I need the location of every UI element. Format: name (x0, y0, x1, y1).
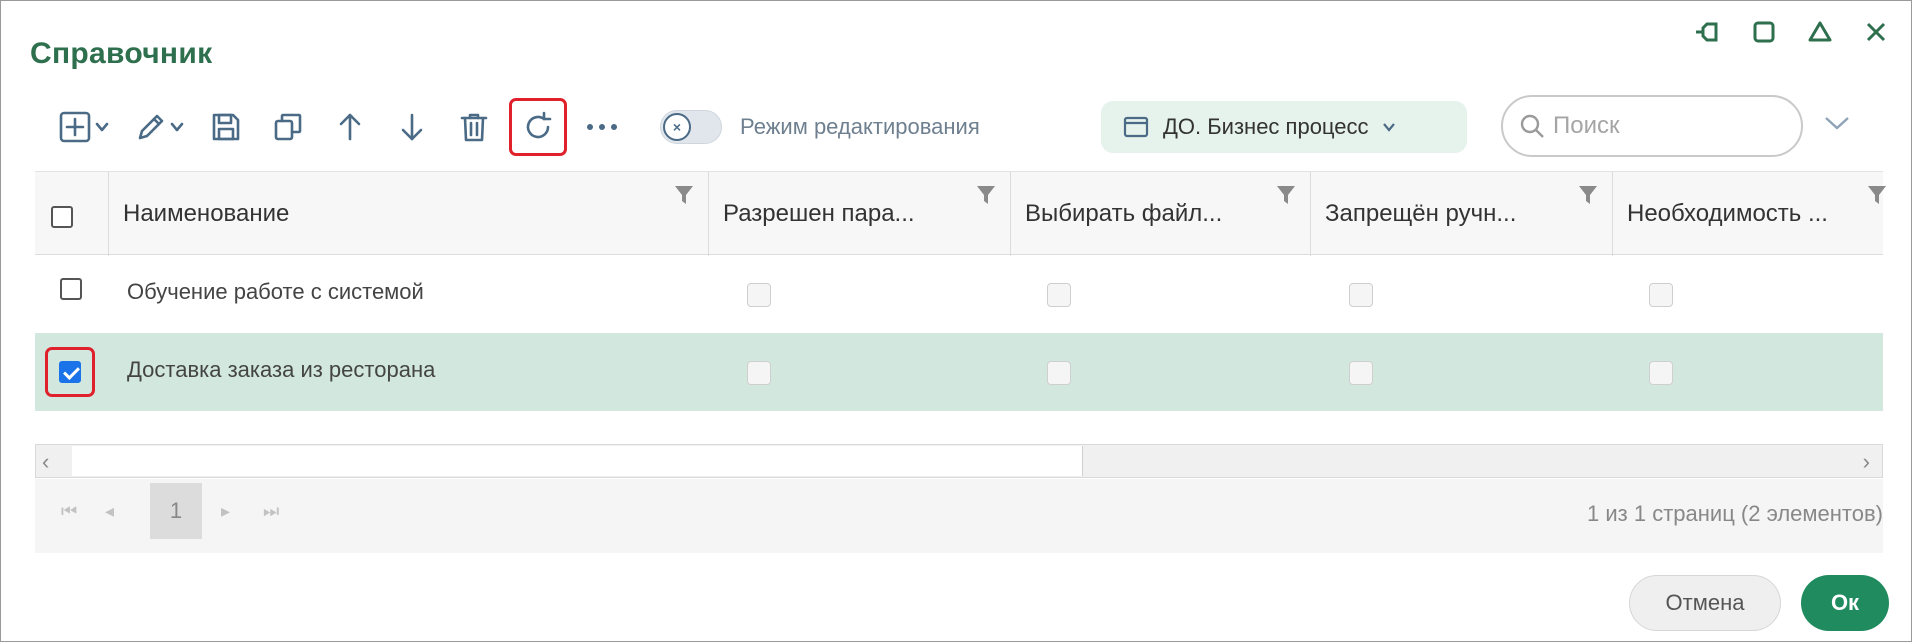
horizontal-scrollbar[interactable]: ‹ › (35, 444, 1883, 478)
process-select-value: ДО. Бизнес процесс (1163, 114, 1369, 139)
toolbar: × Режим редактирования (56, 98, 980, 156)
triangle-icon (1808, 21, 1832, 42)
add-square-icon (59, 111, 91, 143)
grid-header: Наименование Разрешен пара... Выбирать ф… (35, 171, 1886, 256)
pin-icon (1696, 22, 1718, 42)
edit-mode-label: Режим редактирования (740, 114, 980, 139)
row-name: Обучение работе с системой (127, 279, 424, 304)
scroll-right-icon[interactable]: › (1863, 449, 1870, 475)
trash-icon (460, 113, 488, 142)
next-page-icon[interactable]: ▸ (221, 501, 230, 522)
move-up-button[interactable] (324, 101, 376, 153)
expand-toolbar-button[interactable] (1823, 113, 1851, 138)
pencil-icon (138, 114, 164, 140)
process-select[interactable]: ДО. Бизнес процесс (1101, 101, 1467, 153)
edit-mode-toggle[interactable]: × (660, 110, 722, 144)
maximize-icon (1753, 21, 1775, 43)
row-checkbox[interactable] (59, 361, 81, 383)
row-cell-checkbox[interactable] (1649, 283, 1673, 307)
filter-icon[interactable] (1276, 184, 1296, 211)
cancel-button[interactable]: Отмена (1629, 575, 1781, 631)
chevron-down-icon (170, 122, 184, 132)
collapse-button[interactable] (1803, 15, 1837, 49)
column-header-necessity[interactable]: Необходимость ... (1613, 172, 1886, 256)
edit-button[interactable] (130, 101, 190, 153)
column-header-select-file[interactable]: Выбирать файл... (1011, 172, 1311, 256)
more-dots-icon (587, 124, 617, 130)
select-all-cell (35, 172, 109, 256)
copy-icon (274, 113, 302, 141)
dialog-title: Справочник (30, 37, 213, 70)
row-cell-checkbox[interactable] (747, 361, 771, 385)
first-page-icon[interactable]: ⏮ (61, 501, 77, 522)
search-input[interactable] (1551, 111, 1775, 141)
filter-icon[interactable] (1867, 184, 1887, 211)
more-button[interactable] (576, 101, 628, 153)
row-cell-checkbox[interactable] (1349, 283, 1373, 307)
pager-info: 1 из 1 страниц (2 элементов) (1587, 501, 1883, 526)
column-header-allowed[interactable]: Разрешен пара... (709, 172, 1011, 256)
row-cell-checkbox[interactable] (1349, 361, 1373, 385)
pager: ⏮ ◂ 1 ▸ ⏭ 1 из 1 страниц (2 элементов) (35, 479, 1883, 553)
filter-icon[interactable] (674, 184, 694, 211)
window-controls (1691, 15, 1893, 49)
pin-button[interactable] (1691, 15, 1725, 49)
select-all-checkbox[interactable] (51, 206, 73, 228)
toggle-off-icon: × (663, 113, 691, 141)
row-cell-checkbox[interactable] (1047, 361, 1071, 385)
arrow-down-icon (401, 113, 423, 141)
scroll-left-icon[interactable]: ‹ (42, 449, 49, 475)
search-box (1501, 95, 1803, 157)
table-row-selected[interactable]: Доставка заказа из ресторана (35, 333, 1883, 411)
add-button[interactable] (56, 101, 112, 153)
close-icon (1866, 22, 1886, 42)
delete-button[interactable] (448, 101, 500, 153)
table-row[interactable]: Обучение работе с системой (35, 255, 1883, 333)
move-down-button[interactable] (386, 101, 438, 153)
chevron-down-icon (1382, 123, 1395, 132)
arrow-up-icon (339, 113, 361, 141)
column-header-name[interactable]: Наименование (109, 172, 709, 256)
row-cell-checkbox[interactable] (747, 283, 771, 307)
row-checkbox[interactable] (60, 278, 82, 300)
save-button[interactable] (200, 101, 252, 153)
filter-icon[interactable] (1578, 184, 1598, 211)
copy-button[interactable] (262, 101, 314, 153)
row-cell-checkbox[interactable] (1047, 283, 1071, 307)
current-page[interactable]: 1 (150, 483, 202, 539)
save-icon (212, 113, 240, 141)
last-page-icon[interactable]: ⏭ (263, 501, 279, 522)
dialog: Справочник × Режим редактирования ДО. Би… (0, 0, 1912, 642)
row-name: Доставка заказа из ресторана (127, 357, 436, 382)
window-icon (1123, 116, 1149, 138)
scrollbar-thumb[interactable] (72, 446, 1083, 476)
prev-page-icon[interactable]: ◂ (105, 501, 114, 522)
chevron-down-icon (95, 122, 109, 132)
refresh-icon (526, 111, 552, 139)
column-header-manual-forbidden[interactable]: Запрещён ручн... (1311, 172, 1613, 256)
refresh-button[interactable] (509, 98, 567, 156)
chevron-down-icon (1825, 117, 1849, 130)
ok-button[interactable]: Ок (1801, 575, 1889, 631)
maximize-button[interactable] (1747, 15, 1781, 49)
close-button[interactable] (1859, 15, 1893, 49)
edit-mode-toggle-group: × Режим редактирования (660, 110, 980, 144)
search-icon (1520, 114, 1544, 138)
filter-icon[interactable] (976, 184, 996, 211)
row-cell-checkbox[interactable] (1649, 361, 1673, 385)
